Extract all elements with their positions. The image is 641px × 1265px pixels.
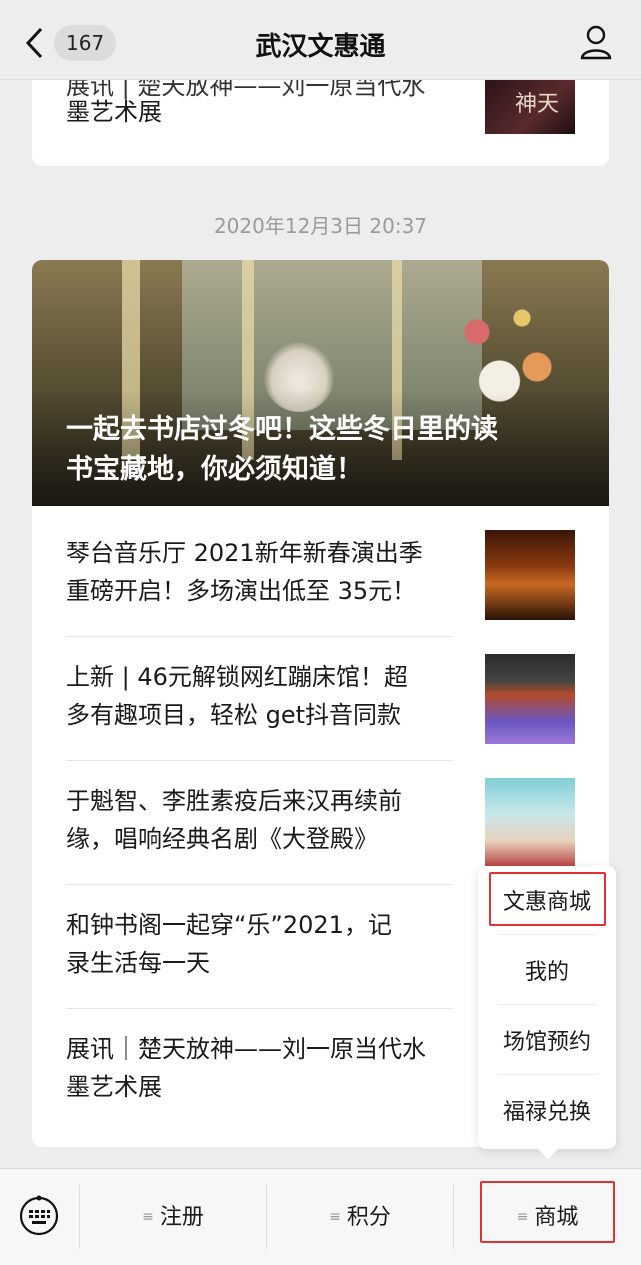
highlight-box-wenhui-mall [489,872,606,926]
article-thumbnail: 神天 [485,78,575,134]
menu-points-label: 积分 [346,1205,391,1230]
article-title-line: 多有趣项目，轻松 get抖音同款 [66,701,402,729]
article-title-tail: 墨艺术展 [66,98,162,126]
concert-hall-thumbnail [485,530,575,620]
trampoline-park-thumbnail [485,654,575,744]
article-item[interactable]: 琴台音乐厅 2021新年新春演出季 重磅开启！多场演出低至 35元！ [66,534,456,610]
menu-lines-icon: ≡ [142,1209,154,1225]
article-title-line: 展讯｜楚天放神——刘一原当代水 [66,1035,426,1063]
article-divider [66,884,453,885]
hero-article[interactable]: 一起去书店过冬吧！这些冬日里的读 书宝藏地，你必须知道！ [32,260,609,506]
article-title-line: 录生活每一天 [66,949,210,977]
article-item[interactable]: 和钟书阁一起穿“乐”2021，记 录生活每一天 [66,906,456,982]
hero-title-line: 一起去书店过冬吧！这些冬日里的读 [66,414,498,445]
submenu-item-points-exchange[interactable]: 福禄兑换 [478,1094,616,1126]
submenu-item-venue-booking[interactable]: 场馆预约 [478,1024,616,1056]
article-item[interactable]: 展讯｜楚天放神——刘一原当代水 墨艺术展 [66,1030,456,1106]
article-divider [66,636,453,637]
hero-title-line: 书宝藏地，你必须知道！ [66,454,363,485]
article-item[interactable]: 于魁智、李胜素疫后来汉再续前 缘，唱响经典名剧《大登殿》 [66,782,456,858]
article-divider [66,760,453,761]
thumbnail-calligraphy: 神天 [515,92,560,117]
submenu-item-mine[interactable]: 我的 [478,954,616,986]
menu-register-label: 注册 [159,1205,204,1230]
menu-register[interactable]: ≡ 注册 [80,1199,266,1235]
menu-points[interactable]: ≡ 积分 [267,1199,453,1235]
hero-title: 一起去书店过冬吧！这些冬日里的读 书宝藏地，你必须知道！ [66,410,566,490]
submenu-divider [498,1074,596,1075]
article-divider [66,1008,453,1009]
article-title-line: 琴台音乐厅 2021新年新春演出季 [66,539,423,567]
message-timestamp: 2020年12月3日 20:37 [213,214,428,238]
article-title-line: 重磅开启！多场演出低至 35元！ [66,577,417,605]
article-title-line: 于魁智、李胜素疫后来汉再续前 [66,787,402,815]
submenu-divider [498,1004,596,1005]
highlight-box-mall [480,1181,615,1243]
menu-lines-icon: ≡ [329,1209,341,1225]
page-title: 武汉文惠通 [255,32,386,62]
nav-header: 167 武汉文惠通 [0,0,641,80]
profile-icon[interactable] [579,24,613,60]
article-title-line: 缘，唱响经典名剧《大登殿》 [66,825,378,853]
peking-opera-thumbnail [485,778,575,868]
article-title-line: 和钟书阁一起穿“乐”2021，记 [66,911,392,939]
keyboard-icon[interactable] [18,1195,60,1237]
submenu-divider [498,934,596,935]
article-title-line: 墨艺术展 [66,1073,162,1101]
article-title-line: 上新 | 46元解锁网红蹦床馆！超 [66,663,408,691]
article-item[interactable]: 上新 | 46元解锁网红蹦床馆！超 多有趣项目，轻松 get抖音同款 [66,658,456,734]
